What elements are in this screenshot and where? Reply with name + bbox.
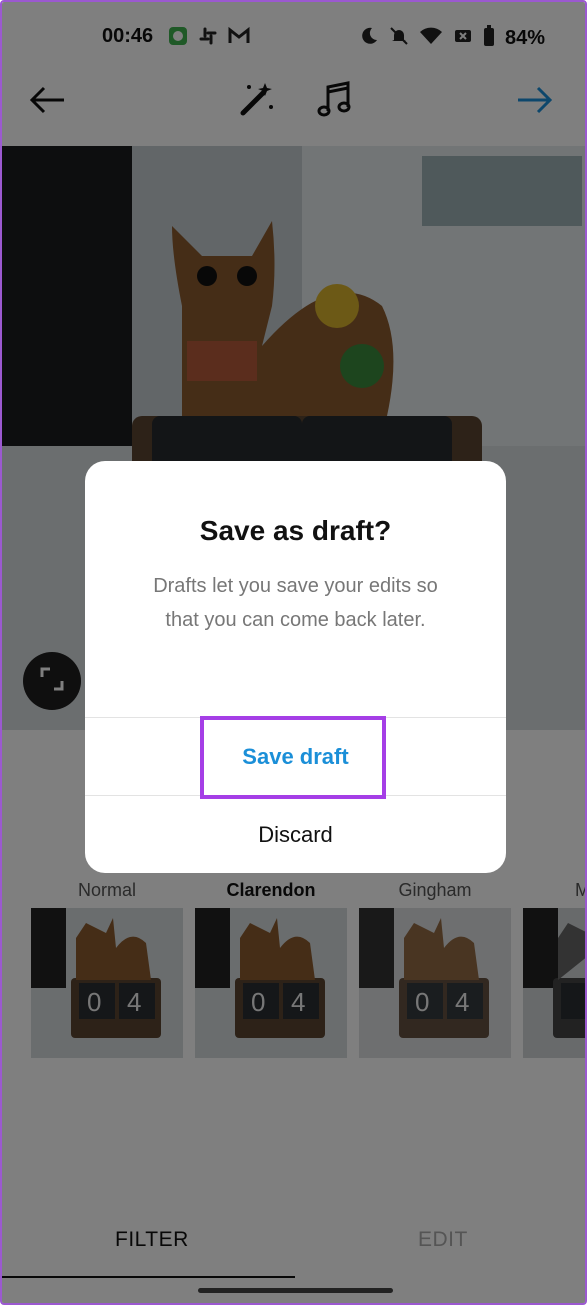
discard-button[interactable]: Discard: [85, 796, 506, 873]
app-frame: 00:46: [0, 0, 587, 1305]
save-draft-dialog: Save as draft? Drafts let you save your …: [85, 461, 506, 873]
dialog-title: Save as draft?: [199, 515, 392, 546]
save-draft-highlight: [200, 716, 386, 799]
dialog-message: Drafts let you save your edits so that y…: [153, 575, 438, 631]
